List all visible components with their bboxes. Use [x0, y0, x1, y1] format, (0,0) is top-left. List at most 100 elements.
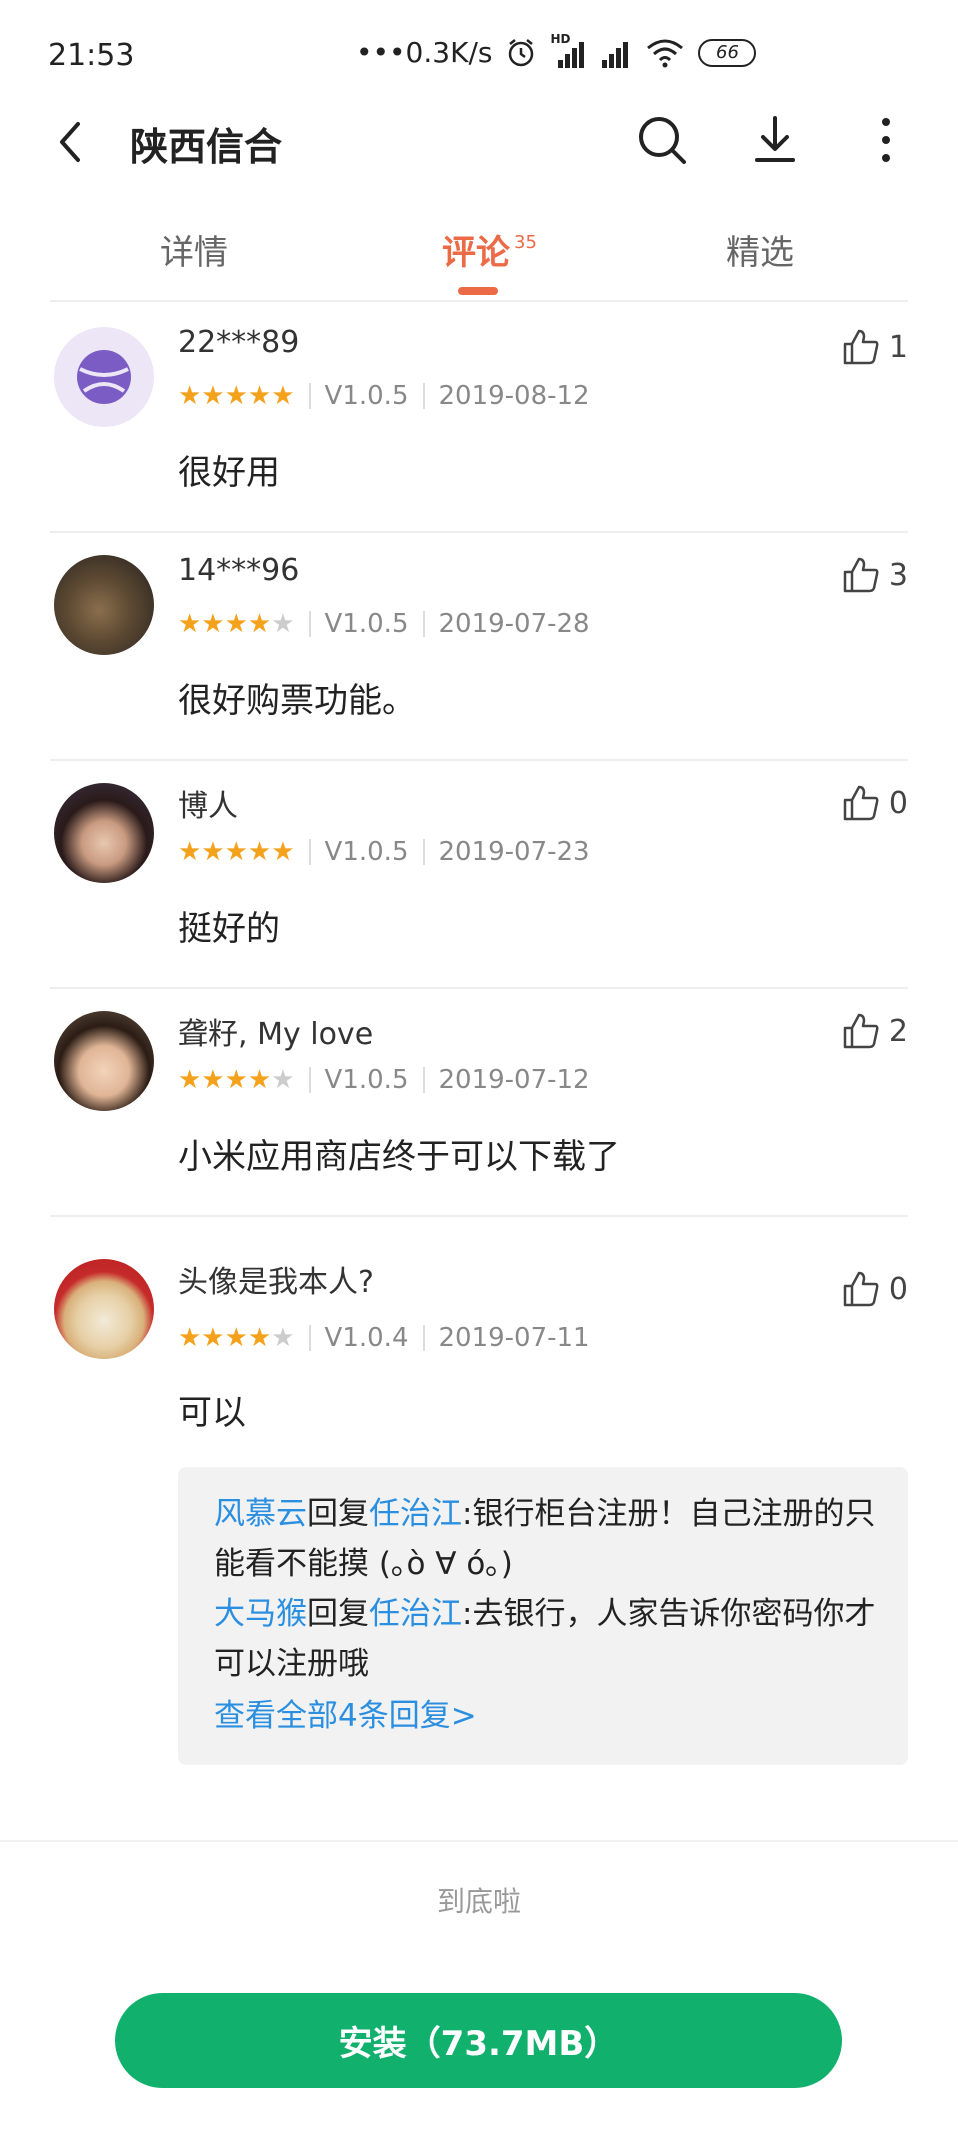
- signal-icon-2: [598, 38, 632, 68]
- tab-indicator: [458, 287, 498, 295]
- review-version: V1.0.4: [324, 1323, 409, 1353]
- tab-reviews-label: 评论: [442, 233, 510, 273]
- review-version: V1.0.5: [324, 1065, 409, 1095]
- avatar: [54, 327, 154, 427]
- reply-item: 风慕云回复任治江:银行柜台注册！自己注册的只能看不能摸 (｡ò ∀ ó｡): [214, 1489, 882, 1589]
- review-date: 2019-07-28: [438, 609, 590, 639]
- review-meta: ★★★★★ V1.0.4 2019-07-11: [178, 1323, 590, 1353]
- divider: [422, 611, 425, 637]
- more-options-icon[interactable]: [856, 110, 916, 170]
- review-text: 很好购票功能。: [178, 681, 416, 721]
- like-button[interactable]: 1: [841, 327, 908, 367]
- signal-icon-1: HD: [550, 32, 585, 68]
- review-date: 2019-07-12: [438, 1065, 590, 1095]
- divider: [308, 1067, 311, 1093]
- review-username: 博人: [178, 789, 238, 824]
- divider: [422, 1067, 425, 1093]
- divider: [308, 839, 311, 865]
- tab-bar: 详情 评论 35 精选: [50, 210, 908, 302]
- divider: [0, 1840, 958, 1842]
- divider: [422, 1325, 425, 1351]
- star-rating: ★★★★★: [178, 609, 295, 639]
- reply-author[interactable]: 大马猴: [214, 1596, 307, 1632]
- like-count: 2: [888, 1013, 908, 1049]
- install-button[interactable]: 安装（73.7MB）: [115, 1993, 842, 2088]
- alarm-icon: [509, 38, 534, 66]
- like-button[interactable]: 0: [841, 1269, 908, 1309]
- review-item: 22***89 ★★★★★ V1.0.5 2019-08-12 很好用 1: [50, 305, 908, 533]
- like-button[interactable]: 3: [841, 555, 908, 595]
- default-avatar-icon: [77, 350, 131, 404]
- review-text: 小米应用商店终于可以下载了: [178, 1137, 620, 1177]
- review-meta: ★★★★★ V1.0.5 2019-07-23: [178, 837, 590, 867]
- review-version: V1.0.5: [324, 609, 409, 639]
- review-text: 挺好的: [178, 909, 280, 949]
- like-button[interactable]: 0: [841, 783, 908, 823]
- reply-verb: 回复: [307, 1596, 369, 1632]
- reply-author[interactable]: 风慕云: [214, 1496, 307, 1532]
- review-username: 聋籽, My love: [178, 1017, 374, 1052]
- review-meta: ★★★★★ V1.0.5 2019-07-12: [178, 1065, 590, 1095]
- avatar: [54, 783, 154, 883]
- review-date: 2019-07-23: [438, 837, 590, 867]
- page-title: 陕西信合: [130, 125, 283, 169]
- like-count: 3: [888, 557, 908, 593]
- divider: [308, 611, 311, 637]
- reply-box: 风慕云回复任治江:银行柜台注册！自己注册的只能看不能摸 (｡ò ∀ ó｡) 大马…: [178, 1467, 908, 1765]
- search-icon[interactable]: [632, 110, 692, 170]
- review-meta: ★★★★★ V1.0.5 2019-08-12: [178, 381, 590, 411]
- avatar: [54, 1011, 154, 1111]
- tab-reviews[interactable]: 评论 35: [442, 225, 537, 274]
- avatar: [54, 1259, 154, 1359]
- status-time: 21:53: [48, 38, 135, 73]
- like-button[interactable]: 2: [841, 1011, 908, 1051]
- review-version: V1.0.5: [324, 381, 409, 411]
- review-date: 2019-08-12: [438, 381, 590, 411]
- thumbs-up-icon: [843, 1271, 879, 1307]
- review-item: 聋籽, My love ★★★★★ V1.0.5 2019-07-12 小米应用…: [50, 989, 908, 1217]
- end-of-list-text: 到底啦: [436, 1885, 521, 1918]
- review-version: V1.0.5: [324, 837, 409, 867]
- star-rating: ★★★★★: [178, 837, 295, 867]
- view-all-replies-link[interactable]: 查看全部4条回复>: [214, 1691, 882, 1741]
- star-rating: ★★★★★: [178, 1323, 295, 1353]
- battery-icon: 66: [698, 38, 757, 67]
- reply-target[interactable]: 任治江: [369, 1596, 462, 1632]
- wifi-icon: [647, 39, 684, 67]
- divider: [422, 839, 425, 865]
- tab-reviews-count: 35: [514, 231, 537, 253]
- thumbs-up-icon: [843, 785, 879, 821]
- reply-verb: 回复: [307, 1496, 369, 1532]
- tab-featured[interactable]: 精选: [726, 225, 794, 274]
- star-rating: ★★★★★: [178, 381, 295, 411]
- review-item: 博人 ★★★★★ V1.0.5 2019-07-23 挺好的 0: [50, 761, 908, 989]
- divider: [308, 383, 311, 409]
- review-item: 头像是我本人? ★★★★★ V1.0.4 2019-07-11 可以 0 风慕云…: [50, 1237, 908, 1797]
- app-header: 陕西信合: [0, 100, 958, 210]
- back-icon[interactable]: [50, 112, 90, 172]
- status-indicators: •••0.3K/s HD 66: [356, 32, 757, 69]
- like-count: 0: [888, 1271, 908, 1307]
- tab-details[interactable]: 详情: [160, 225, 228, 274]
- divider: [308, 1325, 311, 1351]
- download-icon[interactable]: [745, 110, 805, 170]
- review-meta: ★★★★★ V1.0.5 2019-07-28: [178, 609, 590, 639]
- thumbs-up-icon: [843, 1013, 879, 1049]
- reply-item: 大马猴回复任治江:去银行，人家告诉你密码你才可以注册哦: [214, 1589, 882, 1689]
- status-bar: 21:53 •••0.3K/s HD 66: [0, 0, 958, 110]
- thumbs-up-icon: [843, 557, 879, 593]
- avatar: [54, 555, 154, 655]
- review-username: 14***96: [178, 553, 300, 588]
- network-speed: •••0.3K/s: [356, 36, 493, 69]
- review-item: 14***96 ★★★★★ V1.0.5 2019-07-28 很好购票功能。 …: [50, 533, 908, 761]
- review-username: 22***89: [178, 325, 300, 360]
- like-count: 0: [888, 785, 908, 821]
- review-date: 2019-07-11: [438, 1323, 590, 1353]
- review-text: 可以: [178, 1393, 246, 1433]
- divider: [422, 383, 425, 409]
- reply-target[interactable]: 任治江: [369, 1496, 462, 1532]
- star-rating: ★★★★★: [178, 1065, 295, 1095]
- thumbs-up-icon: [843, 329, 879, 365]
- like-count: 1: [888, 329, 908, 365]
- review-username: 头像是我本人?: [178, 1265, 374, 1300]
